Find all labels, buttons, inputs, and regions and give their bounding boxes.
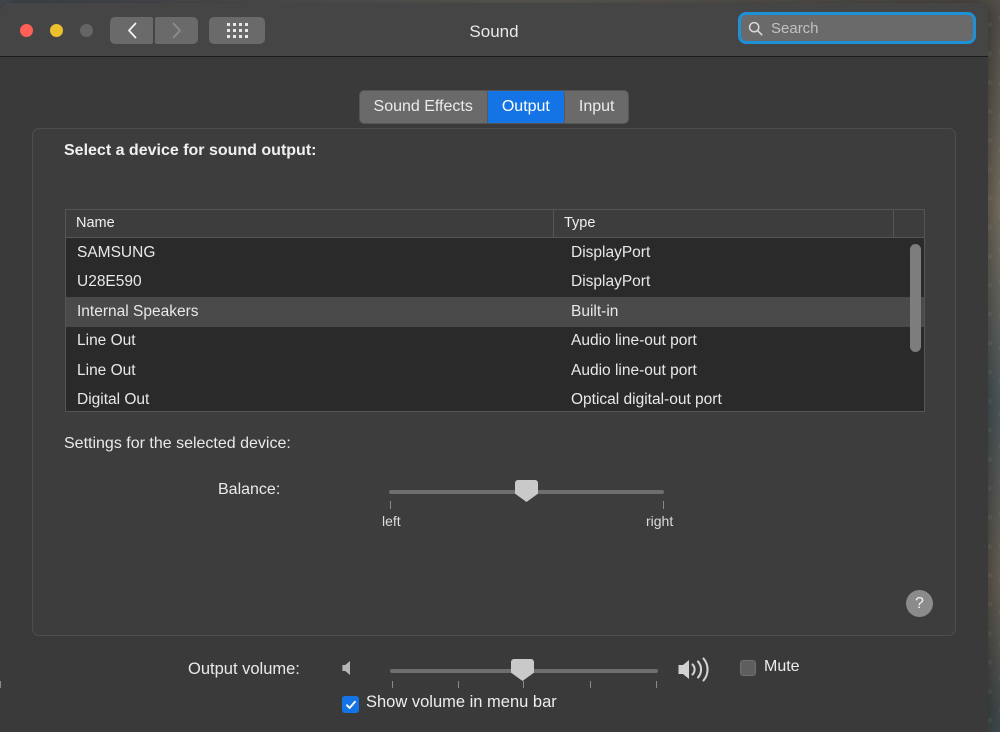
table-row[interactable]: Line Out Audio line-out port bbox=[66, 356, 924, 386]
table-row[interactable]: Digital Out Optical digital-out port bbox=[66, 385, 924, 411]
tab-bar: Sound Effects Output Input bbox=[0, 90, 988, 124]
volume-tick-4 bbox=[590, 681, 591, 688]
cell-device-type: DisplayPort bbox=[571, 243, 651, 261]
cell-device-name: Digital Out bbox=[77, 391, 150, 409]
cell-device-type: Optical digital-out port bbox=[571, 391, 722, 409]
volume-tick-5 bbox=[656, 681, 657, 688]
volume-slider-thumb[interactable] bbox=[511, 659, 534, 681]
balance-label: Balance: bbox=[218, 481, 281, 498]
table-row[interactable]: Line Out Audio line-out port bbox=[66, 326, 924, 356]
show-volume-checkbox[interactable] bbox=[342, 696, 359, 713]
panel-title: Select a device for sound output: bbox=[64, 142, 317, 159]
scrollbar-thumb[interactable] bbox=[910, 244, 921, 352]
volume-tick-1 bbox=[392, 681, 393, 688]
table-row[interactable]: SAMSUNG DisplayPort bbox=[66, 238, 924, 268]
cell-device-name: Internal Speakers bbox=[77, 302, 199, 320]
cell-device-type: Audio line-out port bbox=[571, 332, 697, 350]
volume-tick-3 bbox=[523, 681, 524, 688]
volume-tick-2 bbox=[458, 681, 459, 688]
column-header-spacer bbox=[894, 210, 924, 237]
balance-slider-thumb[interactable] bbox=[515, 480, 538, 502]
mute-label[interactable]: Mute bbox=[764, 658, 800, 676]
device-table[interactable]: Name Type SAMSUNG DisplayPort U28E590 Di… bbox=[65, 209, 925, 412]
cell-device-type: DisplayPort bbox=[571, 273, 651, 291]
close-button[interactable] bbox=[20, 24, 33, 37]
cell-device-name: Line Out bbox=[77, 332, 136, 350]
show-all-button[interactable] bbox=[209, 17, 265, 44]
search-input[interactable] bbox=[769, 18, 953, 38]
balance-left-label: left bbox=[382, 513, 401, 529]
speaker-loud-icon bbox=[678, 657, 709, 682]
tab-sound-effects[interactable]: Sound Effects bbox=[359, 91, 488, 123]
cell-device-name: U28E590 bbox=[77, 273, 142, 291]
cell-device-type: Audio line-out port bbox=[571, 361, 697, 379]
table-row[interactable]: U28E590 DisplayPort bbox=[66, 267, 924, 297]
sound-preferences-window: Sound Sound Effects Output Input Select … bbox=[0, 3, 988, 732]
grid-dots-icon bbox=[226, 23, 248, 38]
speaker-quiet-icon bbox=[342, 661, 350, 675]
chevron-left-icon bbox=[127, 22, 136, 39]
tab-input[interactable]: Input bbox=[564, 91, 629, 123]
balance-tick-right bbox=[663, 501, 664, 509]
table-body: SAMSUNG DisplayPort U28E590 DisplayPort … bbox=[66, 238, 924, 411]
forward-button bbox=[155, 17, 198, 44]
column-header-type[interactable]: Type bbox=[554, 210, 894, 237]
help-button[interactable]: ? bbox=[906, 590, 933, 617]
window-toolbar: Sound bbox=[0, 3, 988, 57]
checkmark-icon bbox=[345, 700, 356, 709]
volume-tick-2 bbox=[0, 681, 1, 688]
tab-output[interactable]: Output bbox=[487, 91, 565, 123]
search-field[interactable] bbox=[738, 12, 976, 44]
search-icon bbox=[748, 21, 763, 35]
output-settings-panel: Select a device for sound output: Name T… bbox=[32, 128, 956, 636]
mute-checkbox[interactable] bbox=[740, 660, 756, 676]
chevron-right-icon bbox=[172, 22, 181, 39]
output-volume-control: Output volume: Mute bbox=[0, 651, 988, 691]
balance-tick-left bbox=[390, 501, 391, 509]
settings-section-label: Settings for the selected device: bbox=[64, 435, 291, 452]
zoom-button bbox=[80, 24, 93, 37]
show-volume-label[interactable]: Show volume in menu bar bbox=[366, 693, 557, 712]
table-row-selected[interactable]: Internal Speakers Built-in bbox=[66, 297, 924, 327]
cell-device-name: Line Out bbox=[77, 361, 136, 379]
cell-device-name: SAMSUNG bbox=[77, 243, 156, 261]
back-button[interactable] bbox=[110, 17, 153, 44]
balance-right-label: right bbox=[646, 513, 674, 529]
output-volume-label: Output volume: bbox=[188, 660, 300, 678]
cell-device-type: Built-in bbox=[571, 302, 619, 320]
table-scrollbar[interactable] bbox=[910, 241, 921, 409]
minimize-button[interactable] bbox=[50, 24, 63, 37]
column-header-name[interactable]: Name bbox=[66, 210, 554, 237]
window-content: Sound Effects Output Input Select a devi… bbox=[0, 57, 988, 732]
table-header-row: Name Type bbox=[66, 210, 924, 238]
